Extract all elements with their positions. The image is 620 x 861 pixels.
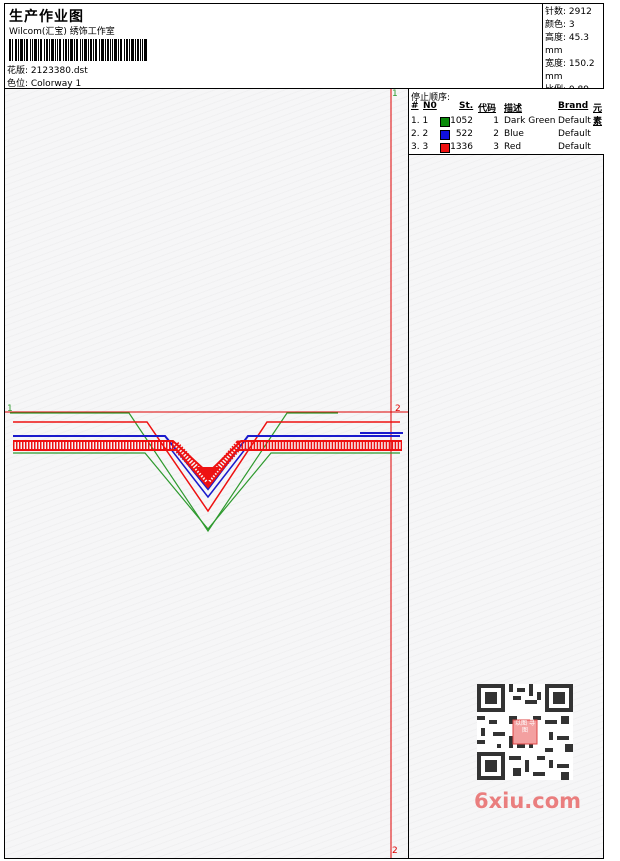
watermark-site: 6xiu.com xyxy=(474,789,582,813)
stop-sequence-table: 停止顺序: # N0 St. 代码 描述 Brand 元素 1. 1 1052 … xyxy=(409,89,604,155)
row-code: 1 xyxy=(493,116,499,126)
green-outline-bottom xyxy=(13,452,400,530)
design-height: 高度: 45.3 mm xyxy=(545,33,589,56)
frame-mark-right: 2 xyxy=(395,404,401,414)
col-header-desc: 描述 xyxy=(504,104,523,114)
table-row: 2. 2 522 2 Blue Default xyxy=(409,129,604,142)
row-brand: Default xyxy=(558,142,591,152)
row-index: 1. 1 xyxy=(411,116,429,126)
sheet-header: 生产作业图 Wilcom(汇宝) 绣饰工作室 花版: 2123380.dst 色… xyxy=(4,3,604,95)
page-title: 生产作业图 xyxy=(9,9,84,25)
embroidery-preview xyxy=(5,89,408,858)
row-description: Dark Green xyxy=(504,116,556,126)
watermark-badge: 以图 寻图 xyxy=(515,720,535,734)
design-width: 宽度: 150.2 mm xyxy=(545,59,595,82)
col-header-stitches: St. xyxy=(459,101,474,111)
row-stitches: 1336 xyxy=(450,142,473,152)
col-header-code: 代码 xyxy=(478,104,497,114)
row-code: 2 xyxy=(493,129,499,139)
stitch-count: 针数: 2912 xyxy=(545,7,592,17)
row-brand: Default xyxy=(558,116,591,126)
row-index: 2. 2 xyxy=(411,129,429,139)
studio-name: Wilcom(汇宝) 绣饰工作室 xyxy=(9,27,115,37)
col-header-hash: # xyxy=(411,101,419,111)
color-count: 颜色: 3 xyxy=(545,20,575,30)
row-description: Blue xyxy=(504,129,524,139)
design-file-name: 花版: 2123380.dst xyxy=(7,66,88,76)
row-index: 3. 3 xyxy=(411,142,429,152)
row-stitches: 522 xyxy=(455,129,473,139)
frame-mark-bottom: 2 xyxy=(392,846,398,856)
row-stitches: 1052 xyxy=(450,116,473,126)
col-header-n0: N0 xyxy=(423,101,437,111)
table-row: 1. 1 1052 1 Dark Green Default xyxy=(409,116,604,129)
table-row: 3. 3 1336 3 Red Default xyxy=(409,142,604,155)
row-description: Red xyxy=(504,142,522,152)
row-brand: Default xyxy=(558,129,591,139)
frame-mark-top: 1 xyxy=(392,89,398,99)
frame-mark-left: 1 xyxy=(7,404,13,414)
green-outline-top xyxy=(10,412,338,533)
barcode-icon xyxy=(9,39,147,61)
col-header-brand: Brand xyxy=(558,101,589,111)
row-code: 3 xyxy=(493,142,499,152)
design-specs: 针数: 2912 颜色: 3 高度: 45.3 mm 宽度: 150.2 mm … xyxy=(542,4,604,95)
design-preview: 1 1 2 2 xyxy=(4,88,409,859)
